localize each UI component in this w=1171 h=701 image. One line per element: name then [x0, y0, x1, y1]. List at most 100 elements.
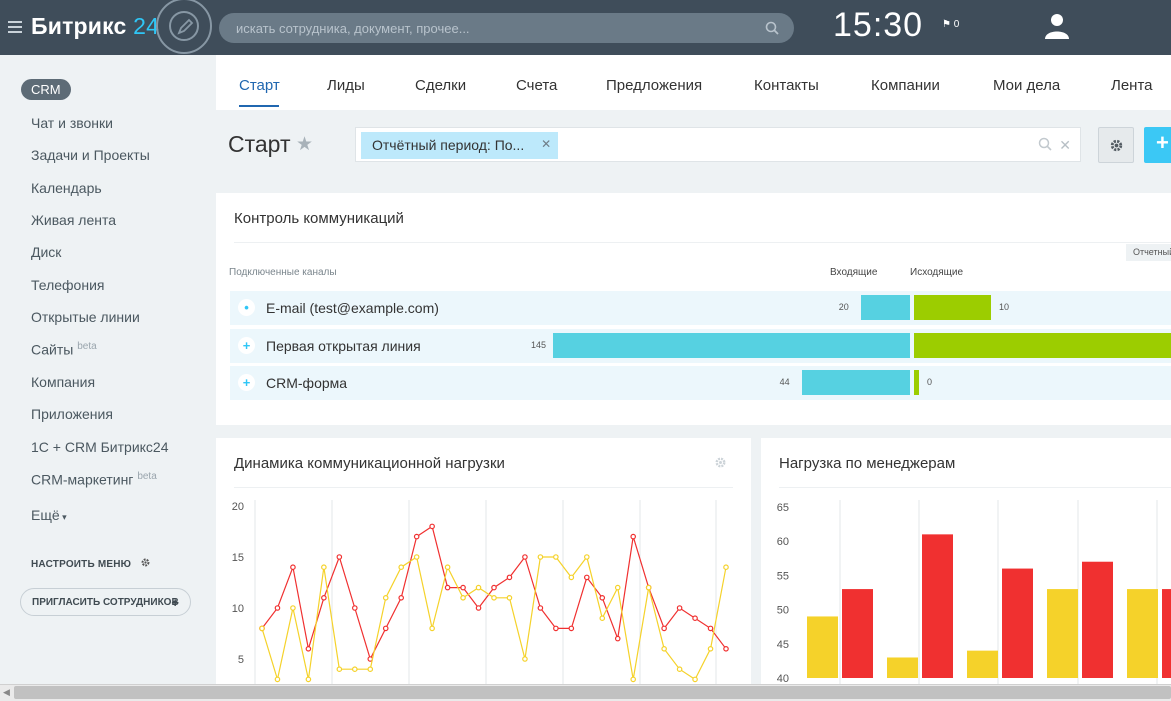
sidebar-item[interactable]: 1С + CRM Битрикс24 — [31, 439, 169, 455]
data-point[interactable] — [274, 605, 281, 611]
clock[interactable]: 15:30 — [833, 6, 923, 45]
bar[interactable] — [1082, 561, 1113, 678]
user-icon[interactable] — [1045, 13, 1069, 39]
search-icon[interactable] — [1038, 137, 1052, 151]
data-point[interactable] — [723, 646, 729, 652]
data-point[interactable] — [305, 646, 312, 652]
data-point[interactable] — [413, 533, 420, 540]
data-point[interactable] — [475, 584, 482, 591]
data-point[interactable] — [661, 625, 667, 632]
data-point[interactable] — [460, 595, 466, 601]
data-point[interactable] — [676, 666, 683, 673]
sidebar-item[interactable]: Чат и звонки — [31, 115, 113, 131]
data-point[interactable] — [568, 574, 575, 581]
tab[interactable]: Старт — [239, 77, 280, 94]
data-point[interactable] — [692, 615, 698, 622]
plus-icon[interactable]: + — [238, 337, 255, 354]
tab[interactable]: Предложения — [606, 77, 702, 94]
data-point[interactable] — [506, 574, 513, 581]
tab[interactable]: Счета — [516, 77, 557, 94]
data-point[interactable] — [583, 574, 590, 581]
data-point[interactable] — [491, 584, 497, 591]
search-bar[interactable] — [219, 13, 794, 43]
data-point[interactable] — [506, 595, 513, 601]
data-point[interactable] — [614, 584, 621, 591]
tab[interactable]: Лиды — [327, 77, 365, 94]
data-point[interactable] — [723, 564, 729, 571]
bar[interactable] — [887, 657, 918, 678]
data-point[interactable] — [352, 666, 358, 673]
sidebar-item[interactable]: Ещё ▾ — [31, 507, 67, 523]
bar[interactable] — [842, 589, 873, 678]
data-point[interactable] — [491, 595, 497, 601]
logo[interactable]: Битрикс 24 — [31, 13, 159, 40]
data-point[interactable] — [522, 554, 528, 560]
data-point[interactable] — [336, 666, 343, 673]
filter-chip[interactable]: Отчётный период: По... ✕ — [361, 132, 559, 159]
close-icon[interactable]: ✕ — [541, 137, 551, 151]
pencil-icon[interactable] — [156, 0, 212, 54]
data-point[interactable] — [382, 595, 389, 601]
data-point[interactable] — [429, 625, 435, 632]
sidebar-item[interactable]: Приложения — [31, 406, 113, 422]
tab[interactable]: Сделки — [415, 77, 466, 94]
bar[interactable] — [807, 616, 838, 678]
sidebar-item[interactable]: Открытые линии — [31, 309, 140, 325]
sidebar-item[interactable]: Календарь — [31, 180, 102, 196]
flag-icon[interactable]: ⚑ 0 — [942, 19, 959, 30]
sidebar-item[interactable]: Компания — [31, 374, 95, 390]
tab[interactable]: Контакты — [754, 77, 819, 94]
tab[interactable]: Компании — [871, 77, 940, 94]
data-point[interactable] — [290, 564, 296, 571]
data-point[interactable] — [537, 605, 544, 611]
add-button[interactable]: + — [1144, 127, 1171, 163]
data-point[interactable] — [630, 533, 637, 540]
settings-button[interactable] — [1098, 127, 1134, 163]
invite-button[interactable]: ПРИГЛАСИТЬ СОТРУДНИКОВ + — [20, 588, 191, 616]
tab[interactable]: Лента — [1111, 77, 1153, 94]
dot-icon[interactable]: • — [238, 299, 255, 316]
data-point[interactable] — [429, 523, 435, 530]
plus-icon[interactable]: + — [238, 374, 255, 391]
data-point[interactable] — [444, 564, 451, 571]
bar[interactable] — [1002, 568, 1033, 678]
data-point[interactable] — [367, 666, 374, 673]
data-point[interactable] — [290, 605, 296, 611]
channel-row[interactable]: + Первая открытая линия 145 — [230, 329, 1171, 363]
data-point[interactable] — [599, 615, 606, 622]
bar[interactable] — [967, 650, 998, 678]
data-point[interactable] — [614, 635, 621, 642]
data-point[interactable] — [336, 554, 343, 560]
data-point[interactable] — [676, 605, 683, 611]
data-point[interactable] — [475, 605, 482, 611]
sidebar-item[interactable]: Задачи и Проекты — [31, 147, 150, 163]
channel-row[interactable]: • E-mail (test@example.com) 20 10 — [230, 291, 1171, 325]
sidebar-item[interactable]: Сайты beta — [31, 341, 97, 358]
data-point[interactable] — [382, 625, 389, 632]
data-point[interactable] — [321, 595, 327, 601]
horizontal-scrollbar[interactable]: ◀ — [0, 684, 1171, 701]
data-point[interactable] — [692, 676, 698, 683]
sidebar-item[interactable]: Диск — [31, 244, 61, 260]
data-point[interactable] — [413, 554, 420, 560]
filter-bar[interactable]: Отчётный период: По... ✕ ✕ — [355, 127, 1081, 162]
data-point[interactable] — [568, 625, 575, 632]
data-point[interactable] — [321, 564, 327, 571]
sidebar-item[interactable]: CRM-маркетинг beta — [31, 471, 157, 488]
data-point[interactable] — [553, 625, 559, 632]
data-point[interactable] — [444, 584, 451, 591]
bar[interactable] — [1127, 589, 1158, 678]
sidebar-item-crm[interactable]: CRM — [21, 79, 71, 100]
data-point[interactable] — [661, 646, 667, 652]
data-point[interactable] — [460, 584, 466, 591]
data-point[interactable] — [398, 595, 405, 601]
data-point[interactable] — [352, 605, 358, 611]
search-input[interactable] — [219, 13, 739, 43]
bar[interactable] — [1047, 589, 1078, 678]
channel-row[interactable]: + CRM-форма 44 0 — [230, 366, 1171, 400]
data-point[interactable] — [630, 676, 637, 683]
scroll-left-icon[interactable]: ◀ — [3, 687, 10, 698]
data-point[interactable] — [522, 656, 528, 662]
data-point[interactable] — [583, 554, 590, 560]
tab[interactable]: Мои дела — [993, 77, 1060, 94]
